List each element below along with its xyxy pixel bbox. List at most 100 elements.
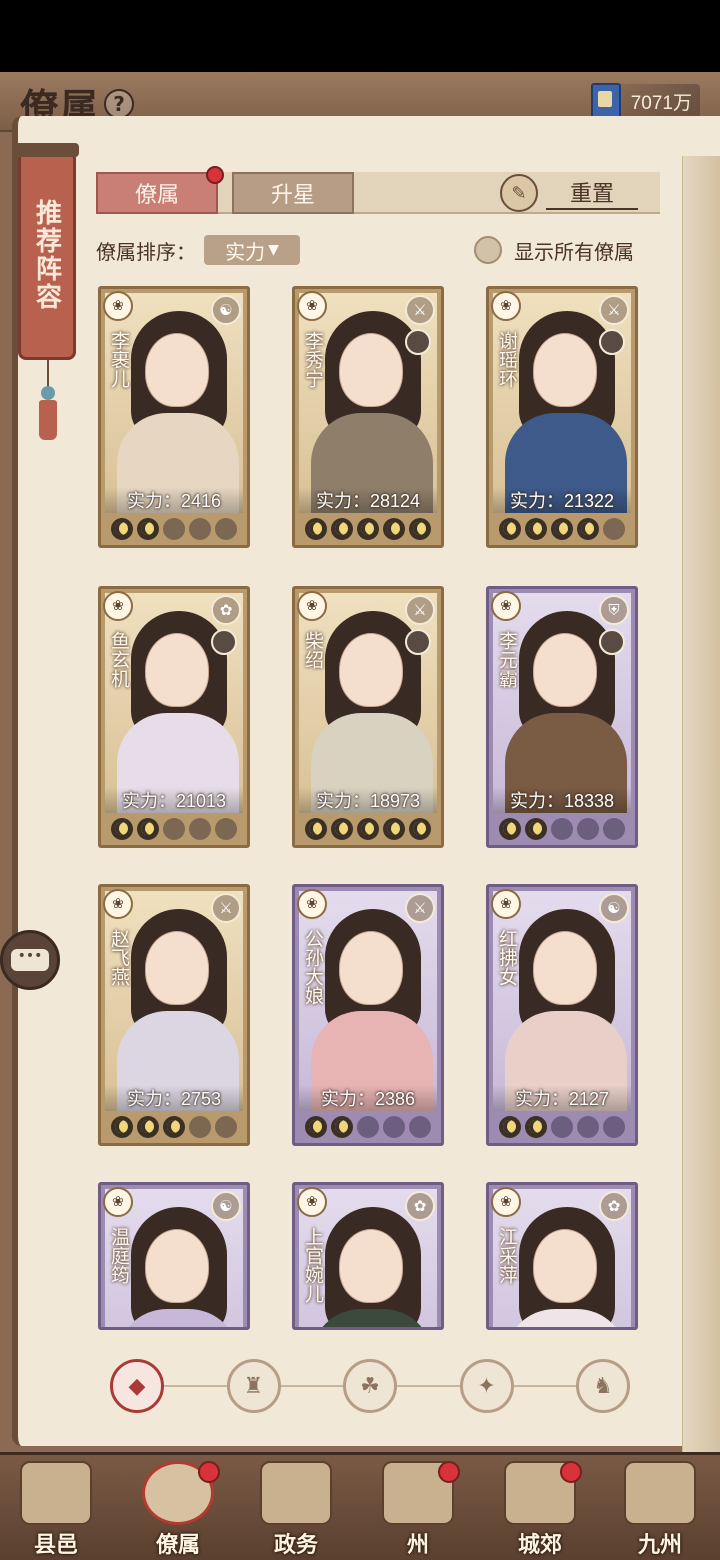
nav-nine-provinces[interactable]: 九州 [604,1455,716,1560]
moon-star-filled-icon [357,518,379,540]
retainer-card[interactable]: ❀ ⛨ 李元霸 实力：18338 [486,586,638,848]
county-building-icon [20,1461,92,1525]
moon-star-empty-icon [215,1116,237,1138]
all-diamond-icon: ◆ [128,1373,146,1399]
retainer-card[interactable]: ❀ ✿ 上官婉儿 [292,1182,444,1330]
notification-dot [438,1461,460,1483]
reset-button[interactable]: ✎ 重置 [500,174,638,212]
star-rating [493,815,631,843]
star-rating [299,1113,437,1141]
retainer-card[interactable]: ❀ ☯ 红拂女 实力：2127 [486,884,638,1146]
nav-prefecture-label: 州 [406,1532,429,1558]
moon-star-filled-icon [551,518,573,540]
bottom-nav: 县邑 僚属 政务 州 城郊 九州 [0,1452,720,1560]
nav-affairs-label: 政务 [273,1532,318,1558]
partner-avatar [211,629,237,655]
sort-label: 僚属排序： [96,239,196,264]
official-hat-icon: ♜ [243,1373,264,1399]
nav-affairs[interactable]: 政务 [240,1455,352,1560]
retainer-type-icon: ❀ [103,291,133,321]
recommended-lineup-button[interactable]: 推荐阵容 [15,143,79,360]
retainer-card[interactable]: ❀ ⚔ 谢瑶环 实力：21322 [486,286,638,548]
moon-star-empty-icon [163,518,185,540]
sort-dropdown[interactable]: 实力 ▼ [204,235,300,265]
moon-star-filled-icon [331,1116,353,1138]
nav-county[interactable]: 县邑 [0,1455,112,1560]
skill-icon: ☯ [599,893,629,923]
retainer-card[interactable]: ❀ ⚔ 柴绍 实力：18973 [292,586,444,848]
star-rating [105,515,243,543]
moon-star-filled-icon [137,818,159,840]
show-all-toggle[interactable]: 显示所有僚属 [474,234,634,266]
retainer-type-icon: ❀ [103,591,133,621]
retainer-portrait [105,293,243,513]
moon-star-empty-icon [603,518,625,540]
sort-value: 实力 [225,239,266,264]
tab-retainers-label: 僚属 [134,183,179,208]
skill-icon: ⚔ [211,893,241,923]
partner-avatar [405,629,431,655]
retainer-type-icon: ❀ [491,291,521,321]
notification-dot [560,1461,582,1483]
retainer-card[interactable]: ❀ ✿ 江采萍 [486,1182,638,1330]
star-rating [105,815,243,843]
show-all-checkbox[interactable] [474,236,502,264]
retainer-name: 上官婉儿 [302,1227,324,1303]
moon-star-filled-icon [577,518,599,540]
retainer-card[interactable]: ❀ ⚔ 公孙大娘 实力：2386 [292,884,444,1146]
chevron-down-icon: ▼ [268,242,279,258]
show-all-label: 显示所有僚属 [514,239,634,264]
skill-icon: ✿ [405,1191,435,1221]
map-scroll-icon [624,1461,696,1525]
skill-icon: ✿ [211,595,241,625]
moon-star-empty-icon [603,818,625,840]
moon-star-empty-icon [409,1116,431,1138]
moon-star-empty-icon [577,1116,599,1138]
skill-icon: ⚔ [405,595,435,625]
retainer-type-icon: ❀ [491,591,521,621]
scrolls-icon [260,1461,332,1525]
retainer-power: 实力：18973 [299,787,437,813]
retainer-card[interactable]: ❀ ✿ 鱼玄机 实力：21013 [98,586,250,848]
star-rating [299,815,437,843]
tassel-decoration [38,360,58,440]
moon-star-empty-icon [383,1116,405,1138]
chat-button[interactable]: ••• [0,930,60,990]
filter-fan-button[interactable]: ✦ [459,1359,514,1413]
skill-icon: ☯ [211,1191,241,1221]
currency-display[interactable]: 7071万 [584,83,700,119]
retainer-type-icon: ❀ [491,1187,521,1217]
retainer-card[interactable]: ❀ ⚔ 李秀宁 实力：28124 [292,286,444,548]
moon-star-filled-icon [111,1116,133,1138]
filter-cat-button[interactable]: ☘ [343,1359,397,1413]
moon-star-empty-icon [189,818,211,840]
retainer-card[interactable]: ❀ ☯ 温庭筠 [98,1182,250,1330]
retainer-power: 实力：21322 [493,487,631,513]
page-edge [682,156,720,1456]
nav-retainers[interactable]: 僚属 [122,1455,234,1560]
retainer-power: 实力：21013 [105,787,243,813]
moon-star-empty-icon [603,1116,625,1138]
moon-star-filled-icon [137,1116,159,1138]
moon-star-empty-icon [215,818,237,840]
filter-beast-button[interactable]: ♞ [576,1359,630,1413]
retainer-card[interactable]: ❀ ☯ 李裹儿 实力：2416 [98,286,250,548]
filter-official-button[interactable]: ♜ [226,1359,281,1413]
filter-all-button[interactable]: ◆ [110,1359,164,1413]
retainer-name: 李裹儿 [108,331,130,388]
tab-retainers[interactable]: 僚属 [96,166,224,214]
retainer-type-icon: ❀ [103,1187,133,1217]
moon-star-empty-icon [357,1116,379,1138]
help-icon[interactable]: ? [104,89,135,119]
nav-suburbs-label: 城郊 [517,1532,562,1558]
retainer-card[interactable]: ❀ ⚔ 赵飞燕 实力：2753 [98,884,250,1146]
tab-star-up[interactable]: 升星 [232,172,354,214]
moon-star-filled-icon [111,518,133,540]
retainer-portrait [493,293,631,513]
retainer-portrait [105,593,243,813]
moon-star-filled-icon [331,818,353,840]
retainer-type-icon: ❀ [491,889,521,919]
nav-suburbs[interactable]: 城郊 [484,1455,596,1560]
nav-prefecture[interactable]: 州 [362,1455,474,1560]
skill-icon: ⚔ [405,295,435,325]
